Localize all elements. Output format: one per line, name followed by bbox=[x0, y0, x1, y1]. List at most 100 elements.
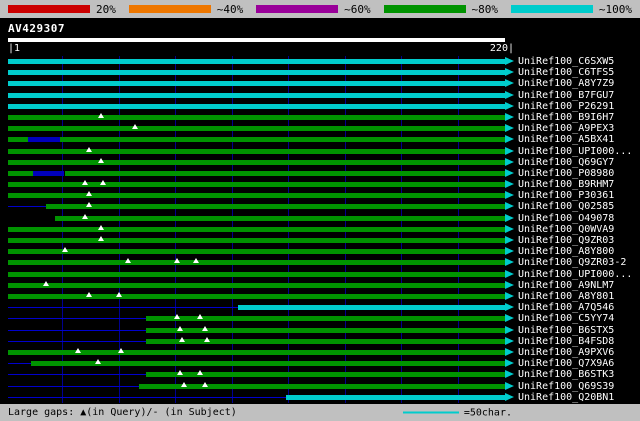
query-gap-marker bbox=[202, 326, 208, 331]
alignment-segment-green[interactable] bbox=[8, 171, 33, 176]
legend-item: ~40% bbox=[129, 3, 244, 16]
query-gap-marker bbox=[197, 314, 203, 319]
alignment-segment-green[interactable] bbox=[46, 204, 505, 209]
hit-arrow-icon bbox=[505, 314, 514, 322]
hit-label[interactable]: UniRef100_A8Y801 bbox=[518, 291, 614, 302]
query-gap-marker bbox=[116, 292, 122, 297]
hit-label[interactable]: UniRef100_B4FSD8 bbox=[518, 336, 614, 347]
hit-label[interactable]: UniRef100_C6SXW5 bbox=[518, 56, 614, 67]
alignment-segment-green[interactable] bbox=[8, 260, 505, 265]
hit-label[interactable]: UniRef100_A9PXV6 bbox=[518, 347, 614, 358]
alignment-segment-cyan[interactable] bbox=[286, 395, 505, 400]
hit-label[interactable]: UniRef100_O49078 bbox=[518, 213, 614, 224]
hit-label[interactable]: UniRef100_A9PEX3 bbox=[518, 123, 614, 134]
hit-row: UniRef100_B6STK3 bbox=[0, 369, 640, 380]
alignment-segment-navy[interactable] bbox=[33, 171, 65, 176]
alignment-segment-navy[interactable] bbox=[28, 137, 60, 142]
hit-label[interactable]: UniRef100_A8Y7Z9 bbox=[518, 78, 614, 89]
alignment-segment-green[interactable] bbox=[8, 160, 505, 165]
alignment-segment-green[interactable] bbox=[65, 171, 506, 176]
hit-label[interactable]: UniRef100_Q0WVA9 bbox=[518, 224, 614, 235]
hit-label[interactable]: UniRef100_A5BX41 bbox=[518, 134, 614, 145]
alignment-segment-green[interactable] bbox=[8, 193, 505, 198]
hit-arrow-icon bbox=[505, 180, 514, 188]
alignment-segment-green[interactable] bbox=[139, 384, 505, 389]
query-gap-marker bbox=[181, 382, 187, 387]
hit-label[interactable]: UniRef100_A9NLM7 bbox=[518, 280, 614, 291]
alignment-segment-cyan[interactable] bbox=[8, 81, 505, 86]
hit-label[interactable]: UniRef100_Q69S39 bbox=[518, 381, 614, 392]
alignment-segment-line[interactable] bbox=[8, 374, 146, 375]
alignment-segment-green[interactable] bbox=[8, 238, 505, 243]
hit-label[interactable]: UniRef100_UPI000... bbox=[518, 269, 632, 280]
alignment-segment-green[interactable] bbox=[8, 126, 505, 131]
alignment-segment-cyan[interactable] bbox=[238, 305, 505, 310]
hit-row: UniRef100_B9RHM7 bbox=[0, 179, 640, 190]
hit-label[interactable]: UniRef100_Q20BN1 bbox=[518, 392, 614, 403]
hit-label[interactable]: UniRef100_A8Y800 bbox=[518, 246, 614, 257]
hit-label[interactable]: UniRef100_C5YY74 bbox=[518, 313, 614, 324]
hit-label[interactable]: UniRef100_P30361 bbox=[518, 190, 614, 201]
hit-label[interactable]: UniRef100_B6STK3 bbox=[518, 369, 614, 380]
large-gaps-note: Large gaps: ▲(in Query)/- (in Subject) bbox=[8, 407, 237, 418]
hit-row: UniRef100_A8Y801 bbox=[0, 291, 640, 302]
alignment-segment-green[interactable] bbox=[8, 294, 505, 299]
alignment-segment-line[interactable] bbox=[8, 318, 146, 319]
alignment-segment-green[interactable] bbox=[146, 328, 505, 333]
hit-row: UniRef100_A9NLM7 bbox=[0, 280, 640, 291]
hit-label[interactable]: UniRef100_B7FGU7 bbox=[518, 90, 614, 101]
alignment-segment-line[interactable] bbox=[8, 363, 31, 364]
hit-label[interactable]: UniRef100_A7Q546 bbox=[518, 302, 614, 313]
hit-arrow-icon bbox=[505, 225, 514, 233]
legend-label: ~60% bbox=[344, 3, 371, 16]
alignment-plot: AV429307 |1 220| UniRef100_C6SXW5UniRef1… bbox=[0, 18, 640, 404]
hit-arrow-icon bbox=[505, 113, 514, 121]
hit-label[interactable]: UniRef100_P26291 bbox=[518, 101, 614, 112]
alignment-segment-line[interactable] bbox=[8, 330, 146, 331]
alignment-segment-line[interactable] bbox=[8, 397, 286, 398]
hit-label[interactable]: UniRef100_B9RHM7 bbox=[518, 179, 614, 190]
alignment-segment-green[interactable] bbox=[8, 350, 505, 355]
alignment-segment-cyan[interactable] bbox=[8, 59, 505, 64]
alignment-segment-green[interactable] bbox=[8, 283, 505, 288]
alignment-segment-green[interactable] bbox=[60, 137, 505, 142]
alignment-segment-green[interactable] bbox=[8, 137, 28, 142]
alignment-segment-green[interactable] bbox=[8, 272, 505, 277]
hit-label[interactable]: UniRef100_B6STX5 bbox=[518, 325, 614, 336]
query-gap-marker bbox=[98, 113, 104, 118]
hit-arrow-icon bbox=[505, 270, 514, 278]
hit-arrow-icon bbox=[505, 393, 514, 401]
alignment-segment-green[interactable] bbox=[146, 339, 505, 344]
hit-arrow-icon bbox=[505, 281, 514, 289]
hit-label[interactable]: UniRef100_Q9ZR03 bbox=[518, 235, 614, 246]
hit-label[interactable]: UniRef100_B9I6H7 bbox=[518, 112, 614, 123]
hit-label[interactable]: UniRef100_P08980 bbox=[518, 168, 614, 179]
alignment-segment-line[interactable] bbox=[8, 307, 238, 308]
hit-label[interactable]: UniRef100_Q9ZR03-2 bbox=[518, 257, 626, 268]
alignment-segment-green[interactable] bbox=[8, 227, 505, 232]
alignment-segment-green[interactable] bbox=[31, 361, 505, 366]
alignment-segment-line[interactable] bbox=[8, 206, 46, 207]
alignment-segment-cyan[interactable] bbox=[8, 93, 505, 98]
alignment-segment-green[interactable] bbox=[8, 115, 505, 120]
alignment-segment-line[interactable] bbox=[8, 386, 139, 387]
hit-label[interactable]: UniRef100_Q7X9A6 bbox=[518, 358, 614, 369]
alignment-segment-green[interactable] bbox=[8, 149, 505, 154]
alignment-segment-green[interactable] bbox=[55, 216, 505, 221]
hit-row: UniRef100_Q69GY7 bbox=[0, 157, 640, 168]
alignment-segment-cyan[interactable] bbox=[8, 70, 505, 75]
legend-color-bar bbox=[129, 5, 211, 13]
hit-arrow-icon bbox=[505, 91, 514, 99]
alignment-segment-line[interactable] bbox=[8, 341, 146, 342]
alignment-segment-green[interactable] bbox=[8, 249, 505, 254]
hit-label[interactable]: UniRef100_C6TFS5 bbox=[518, 67, 614, 78]
hit-label[interactable]: UniRef100_Q02585 bbox=[518, 201, 614, 212]
hit-label[interactable]: UniRef100_Q69GY7 bbox=[518, 157, 614, 168]
hit-row: UniRef100_A8Y7Z9 bbox=[0, 78, 640, 89]
alignment-segment-cyan[interactable] bbox=[8, 104, 505, 109]
hit-label[interactable]: UniRef100_UPI000... bbox=[518, 146, 632, 157]
query-gap-marker bbox=[202, 382, 208, 387]
legend-label: ~40% bbox=[217, 3, 244, 16]
query-id: AV429307 bbox=[8, 22, 65, 35]
legend-label: ~100% bbox=[599, 3, 632, 16]
